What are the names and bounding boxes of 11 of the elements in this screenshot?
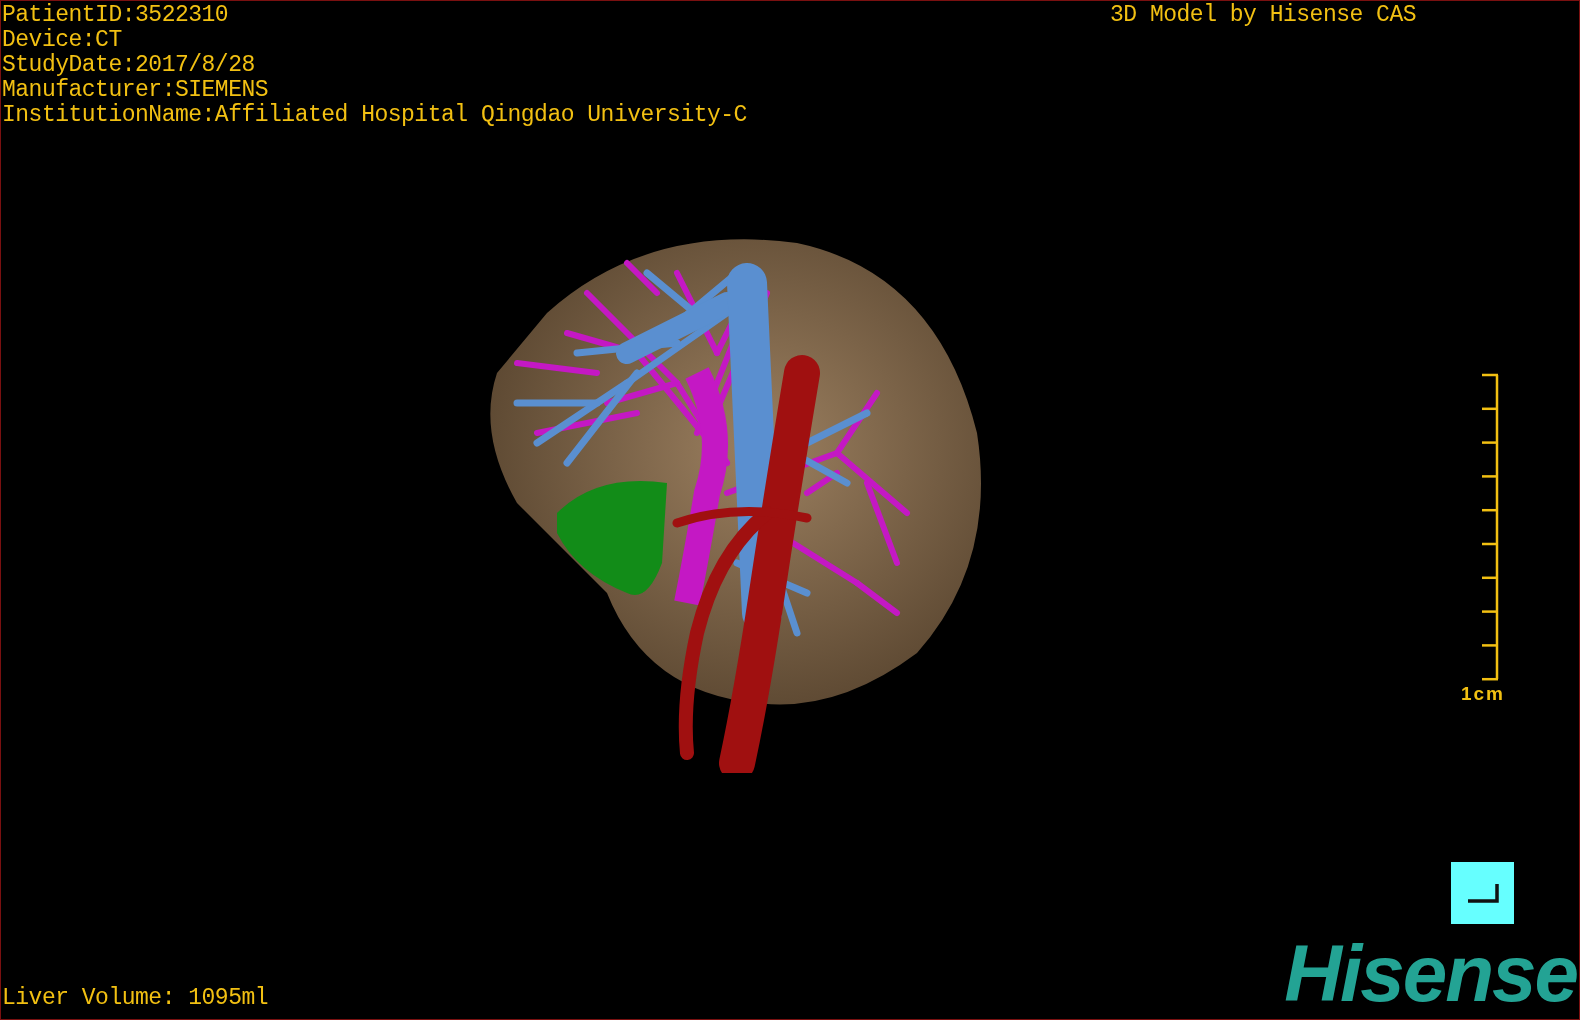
patient-info-text: InstitutionName:Affiliated Hospital Qingdao University-C (2, 103, 747, 128)
patient-info-text: Device:CT (2, 28, 123, 53)
patient-info-text: StudyDate:2017/8/28 (2, 53, 256, 78)
patient-info-text: Manufacturer:SIEMENS (2, 78, 270, 103)
view-button[interactable] (1451, 862, 1514, 924)
brand-logo: Hisense (1284, 939, 1577, 1009)
scale-label: 1cm (1461, 683, 1505, 705)
corner-icon (1465, 882, 1500, 904)
patient-info-text: PatientID:3522310 (2, 3, 230, 28)
model-title: 3D Model by Hisense CAS (1110, 3, 1416, 28)
liver-volume-text: Liver Volume: 1095ml (2, 986, 269, 1011)
